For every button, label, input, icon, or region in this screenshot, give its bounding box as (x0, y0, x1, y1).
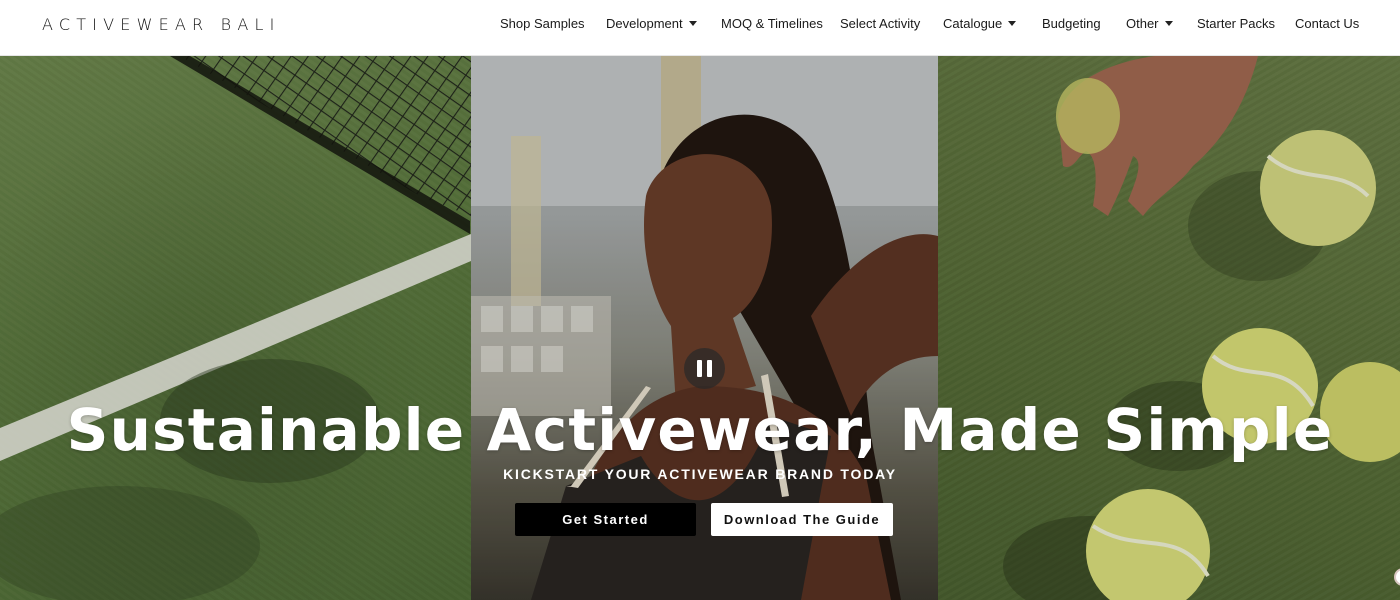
site-header: ACTIVEWEAR BALI Shop Samples Development… (0, 0, 1400, 56)
nav-label: Other (1126, 16, 1159, 31)
nav-label: MOQ & Timelines (721, 16, 823, 31)
hero-subtitle: KICKSTART YOUR ACTIVEWEAR BRAND TODAY (503, 466, 897, 482)
hero-section: Sustainable Activewear, Made Simple KICK… (0, 56, 1400, 600)
chevron-down-icon (688, 21, 697, 27)
nav-label: Shop Samples (500, 16, 585, 31)
nav-item-starter-packs[interactable]: Starter Packs (1197, 16, 1275, 32)
nav-item-development[interactable]: Development (606, 16, 697, 32)
nav-label: Contact Us (1295, 16, 1360, 31)
chevron-down-icon (1164, 21, 1173, 27)
get-started-button[interactable]: Get Started (515, 503, 696, 536)
hero-image-tennis-balls (938, 56, 1400, 600)
court-illustration (0, 56, 471, 600)
download-guide-button[interactable]: Download The Guide (711, 503, 893, 536)
nav-item-contact-us[interactable]: Contact Us (1295, 16, 1359, 32)
nav-label: Starter Packs (1197, 16, 1276, 31)
nav-item-moq-timelines[interactable]: MOQ & Timelines (721, 16, 823, 32)
nav-item-catalogue[interactable]: Catalogue (943, 16, 1017, 32)
nav-label: Catalogue (943, 16, 1003, 31)
pause-video-button[interactable] (684, 348, 725, 389)
nav-item-shop-samples[interactable]: Shop Samples (500, 16, 585, 32)
hero-image-court (0, 56, 471, 600)
site-logo[interactable]: ACTIVEWEAR BALI (42, 15, 281, 34)
nav-label: Development (606, 16, 683, 31)
tennis-balls-illustration (1003, 56, 1400, 600)
pause-icon (697, 360, 702, 377)
hero-title: Sustainable Activewear, Made Simple (66, 396, 1334, 464)
nav-label: Budgeting (1042, 16, 1101, 31)
pause-icon-bar (707, 360, 712, 377)
nav-item-budgeting[interactable]: Budgeting (1042, 16, 1101, 32)
nav-item-select-activity[interactable]: Select Activity (840, 16, 920, 32)
nav-label: Select Activity (840, 16, 921, 31)
chevron-down-icon (1008, 21, 1017, 27)
nav-item-other[interactable]: Other (1126, 16, 1173, 32)
